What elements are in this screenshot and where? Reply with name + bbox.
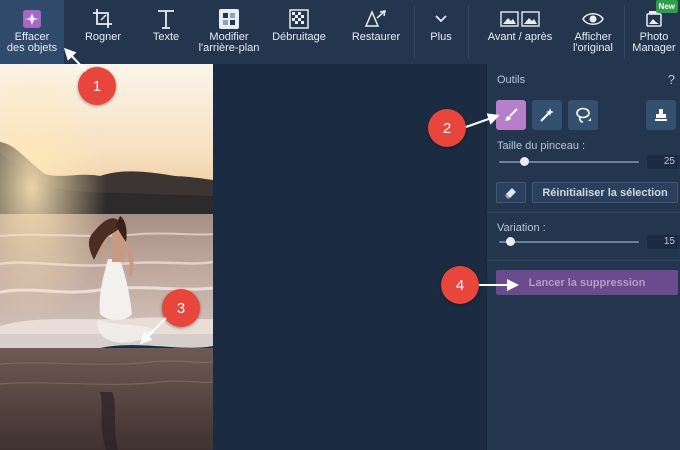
stamp-icon xyxy=(655,109,667,121)
chevron-down-icon xyxy=(435,15,447,23)
brush-size-label: Taille du pinceau : xyxy=(497,140,586,152)
tool-label: Avant / après xyxy=(487,31,553,43)
background-icon xyxy=(219,9,239,29)
step-marker-3: 3 xyxy=(162,289,200,327)
new-badge: New xyxy=(655,0,678,13)
brush-icon xyxy=(505,108,518,121)
toolbar-separator xyxy=(468,6,469,58)
brush-tool-button[interactable] xyxy=(496,100,526,130)
panel-title: Outils xyxy=(497,74,526,86)
tool-more[interactable]: Plus xyxy=(418,0,464,64)
brush-size-value[interactable]: 25 xyxy=(647,155,679,169)
crop-icon xyxy=(93,9,112,28)
variation-slider-handle[interactable] xyxy=(505,237,515,246)
lasso-icon xyxy=(576,107,591,123)
eye-icon xyxy=(582,13,604,25)
eraser-icon xyxy=(505,187,516,199)
stamp-tool-button[interactable] xyxy=(646,100,676,130)
toolbar-separator xyxy=(624,6,625,58)
step-marker-1: 1 xyxy=(78,67,116,105)
tools-panel: Outils ? Taille du pinceau : 25 Réinitia… xyxy=(486,64,680,450)
tool-denoise[interactable]: Débruitage xyxy=(266,0,332,64)
denoise-icon xyxy=(289,9,309,29)
tool-label: Rogner xyxy=(84,31,122,43)
magic-wand-icon xyxy=(540,108,554,122)
tool-erase-objects[interactable]: Effacer des objets xyxy=(0,0,64,64)
variation-label: Variation : xyxy=(497,222,546,234)
step-marker-2: 2 xyxy=(428,109,466,147)
tool-text[interactable]: Texte xyxy=(138,0,194,64)
help-icon[interactable]: ? xyxy=(668,72,675,87)
beach-photo xyxy=(0,64,213,450)
divider xyxy=(487,212,680,213)
photo-canvas[interactable] xyxy=(0,64,213,450)
tool-restore[interactable]: Restaurer xyxy=(342,0,410,64)
eraser-objects-icon xyxy=(23,10,41,28)
toolbar-separator xyxy=(414,6,415,58)
divider xyxy=(487,260,680,261)
restore-icon xyxy=(364,10,386,27)
tool-label: Débruitage xyxy=(272,31,326,43)
main-toolbar: Effacer des objets Rogner Texte Modifier… xyxy=(0,0,680,64)
brush-size-slider-handle[interactable] xyxy=(519,157,529,166)
eraser-button[interactable] xyxy=(496,182,526,203)
magic-wand-tool-button[interactable] xyxy=(532,100,562,130)
before-after-icon xyxy=(500,11,540,27)
tool-label: Plus xyxy=(430,31,452,43)
tool-photo-manager[interactable]: New Photo Manager xyxy=(628,0,680,64)
tool-background[interactable]: Modifier l'arrière-plan xyxy=(196,0,262,64)
variation-slider[interactable] xyxy=(499,241,639,243)
tool-label: Photo Manager xyxy=(632,31,676,54)
tool-label: Texte xyxy=(152,31,180,43)
tool-label: Effacer des objets xyxy=(6,31,58,54)
reset-selection-button[interactable]: Réinitialiser la sélection xyxy=(532,182,678,203)
variation-value[interactable]: 15 xyxy=(647,235,679,249)
tool-show-original[interactable]: Afficher l'original xyxy=(566,0,620,64)
lasso-tool-button[interactable] xyxy=(568,100,598,130)
tool-crop[interactable]: Rogner xyxy=(72,0,134,64)
tool-before-after[interactable]: Avant / après xyxy=(476,0,564,64)
tool-label: Restaurer xyxy=(351,31,401,43)
text-icon xyxy=(158,10,174,29)
tool-label: Modifier l'arrière-plan xyxy=(198,31,260,54)
step-marker-4: 4 xyxy=(441,266,479,304)
launch-removal-button[interactable]: Lancer la suppression xyxy=(496,270,678,295)
tool-label: Afficher l'original xyxy=(572,31,613,54)
